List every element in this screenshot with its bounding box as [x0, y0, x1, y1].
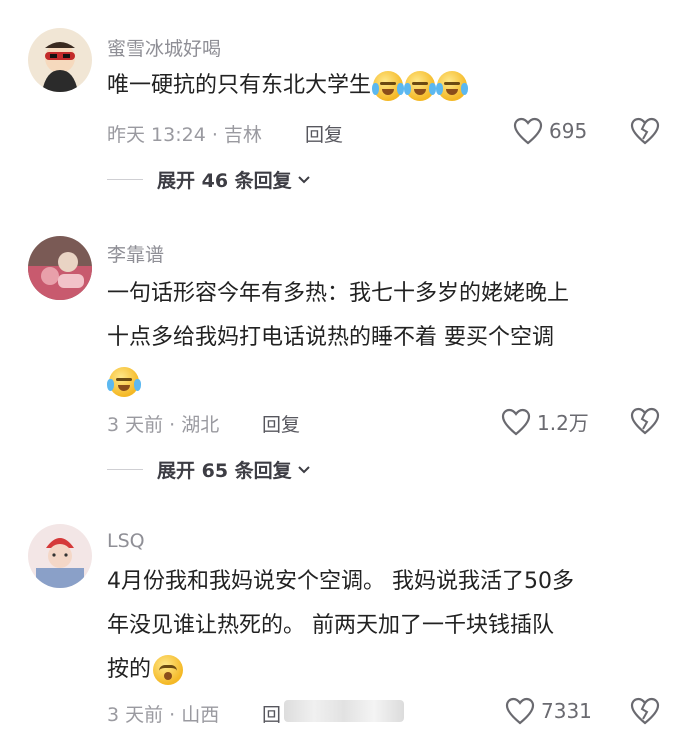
- heart-icon: [513, 117, 543, 145]
- comment-meta: 3 天前 · 湖北: [107, 414, 220, 436]
- heart-icon: [501, 408, 531, 435]
- broken-heart-icon: [630, 697, 660, 725]
- like-count: 7331: [541, 699, 592, 723]
- like-count: 1.2万: [537, 411, 589, 435]
- comment-text-line: 一句话形容今年有多热：我七十多岁的姥姥晚上: [107, 281, 570, 306]
- avatar[interactable]: [28, 28, 92, 92]
- sweat-smile-emoji-icon: [436, 71, 469, 101]
- reply-button[interactable]: 回: [262, 700, 281, 727]
- heart-icon: [505, 697, 535, 725]
- avatar[interactable]: [28, 524, 92, 588]
- reply-button[interactable]: 回复: [305, 120, 343, 147]
- comment-text-content: 唯一硬抗的只有东北大学生: [107, 73, 372, 98]
- comment-meta: 3 天前 · 山西: [107, 704, 220, 726]
- dislike-button[interactable]: [630, 407, 660, 435]
- dislike-button[interactable]: [630, 117, 660, 145]
- comment-text-line: 4月份我和我妈说安个空调。 我妈说我活了50多: [107, 569, 574, 594]
- comment-meta: 昨天 13:24 · 吉林: [107, 124, 262, 146]
- comment-text: 唯一硬抗的只有东北大学生: [107, 64, 667, 108]
- avatar[interactable]: [28, 236, 92, 300]
- divider-line: [107, 469, 143, 470]
- username[interactable]: 蜜雪冰城好喝: [107, 34, 221, 61]
- chevron-down-icon: [297, 175, 310, 183]
- comment-text-line: 按的: [107, 657, 152, 682]
- username[interactable]: 李靠谱: [107, 240, 164, 267]
- sweat-smile-emoji-icon: [372, 71, 405, 101]
- divider-line: [107, 179, 143, 180]
- reply-button[interactable]: 回复: [262, 410, 300, 437]
- like-button[interactable]: 1.2万: [501, 407, 589, 436]
- comment-1: 蜜雪冰城好喝 唯一硬抗的只有东北大学生 昨天 13:24 · 吉林 回复 695…: [0, 0, 690, 210]
- like-button[interactable]: 695: [513, 117, 587, 145]
- watermark-overlay: [284, 700, 404, 722]
- comment-text-line: 年没见谁让热死的。 前两天加了一千块钱插队: [107, 613, 554, 638]
- avatar-image: [28, 236, 92, 300]
- dislike-button[interactable]: [630, 697, 660, 725]
- avatar-image: [28, 524, 92, 588]
- username[interactable]: LSQ: [107, 530, 145, 552]
- like-count: 695: [549, 119, 588, 143]
- comment-text: 4月份我和我妈说安个空调。 我妈说我活了50多 年没见谁让热死的。 前两天加了一…: [107, 560, 667, 692]
- expand-replies-label: 展开 65 条回复: [157, 460, 292, 482]
- expand-replies-button[interactable]: 展开 65 条回复: [107, 456, 312, 483]
- broken-heart-icon: [630, 117, 660, 145]
- expand-replies-label: 展开 46 条回复: [157, 170, 292, 192]
- chevron-down-icon: [297, 465, 310, 473]
- comment-text-line: 十点多给我妈打电话说热的睡不着 要买个空调: [107, 325, 554, 350]
- expand-replies-button[interactable]: 展开 46 条回复: [107, 166, 312, 193]
- broken-heart-icon: [630, 407, 660, 435]
- like-button[interactable]: 7331: [505, 697, 592, 725]
- comment-text: 一句话形容今年有多热：我七十多岁的姥姥晚上 十点多给我妈打电话说热的睡不着 要买…: [107, 272, 667, 404]
- sweat-smile-emoji-icon: [404, 71, 437, 101]
- tears-of-joy-emoji-icon: [107, 367, 141, 397]
- avatar-image: [28, 28, 92, 92]
- pleading-emoji-icon: [153, 655, 184, 685]
